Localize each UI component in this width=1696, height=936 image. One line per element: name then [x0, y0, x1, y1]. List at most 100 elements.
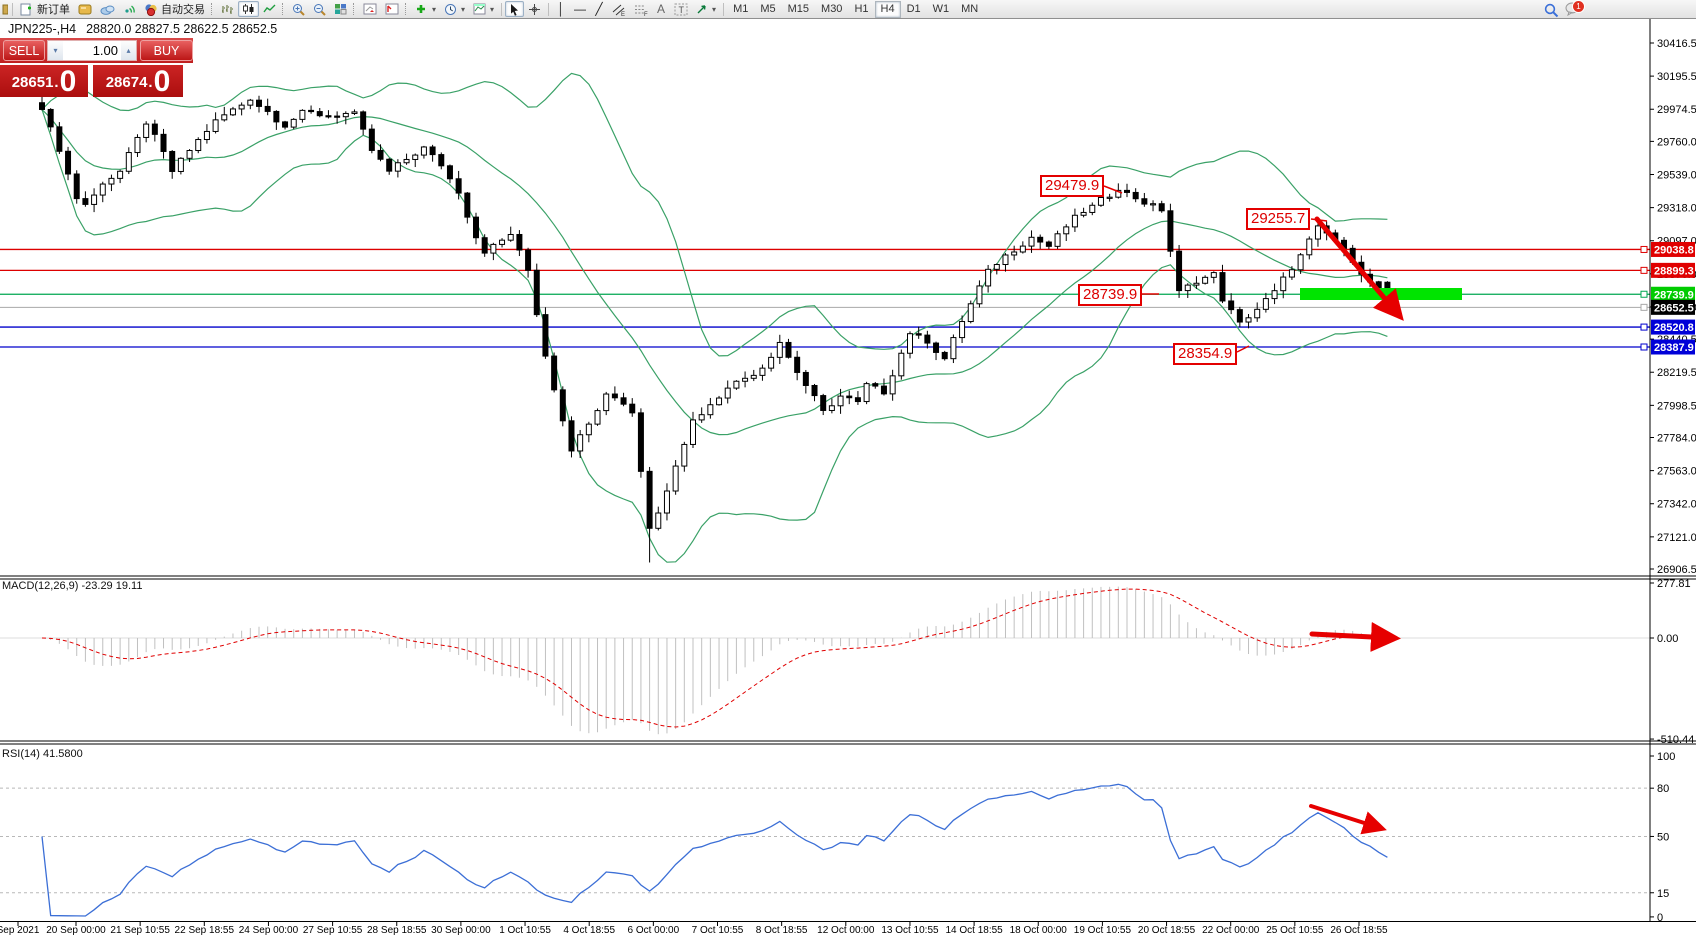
candle-up [690, 419, 696, 445]
candle-up [1011, 251, 1018, 256]
auto-scroll-button[interactable] [359, 1, 381, 17]
price-callout[interactable]: 29479.9 [1040, 175, 1105, 197]
arrows-caret[interactable]: ▾ [712, 5, 716, 14]
candle-down [386, 158, 393, 172]
zoom-in-icon [293, 3, 305, 16]
candle-down [802, 371, 809, 386]
candle-up [1097, 196, 1104, 206]
tab-m1[interactable]: M1 [727, 1, 754, 18]
search-icon[interactable] [1544, 3, 1559, 18]
candle-up [672, 465, 679, 492]
buy-button[interactable]: BUY [140, 40, 193, 61]
market-watch-button[interactable] [74, 1, 96, 17]
candle-down [47, 108, 54, 128]
trendline-tool-button[interactable]: ╱ [590, 1, 608, 17]
tab-d1[interactable]: D1 [901, 1, 927, 18]
text-tool-button[interactable]: A [652, 1, 670, 17]
trend-arrow-rsi[interactable] [1309, 804, 1387, 835]
crosshair-icon [529, 3, 541, 15]
bar-chart-button[interactable] [217, 1, 238, 17]
volume-input[interactable] [63, 43, 121, 58]
indicators-button[interactable]: ▾ [411, 1, 440, 17]
vline-tool-button[interactable]: │ [552, 1, 570, 17]
candlestick-chart-button[interactable] [238, 1, 259, 17]
signal-button[interactable] [119, 1, 140, 17]
line-end-marker[interactable] [1640, 343, 1648, 351]
candle-down [620, 397, 627, 405]
arrows-tool-button[interactable]: ▾ [692, 1, 720, 17]
auto-trading-button[interactable]: 自动交易 [140, 1, 209, 17]
cursor-tool-button[interactable] [505, 1, 525, 17]
buy-price[interactable]: 28674. 0 [93, 65, 183, 97]
label-tool-button[interactable]: T [670, 1, 692, 17]
line-end-marker[interactable] [1640, 303, 1648, 311]
bollinger-lower [41, 109, 1388, 563]
callout-connector [1103, 185, 1123, 194]
candle-up [1019, 245, 1026, 253]
cloud-button[interactable] [96, 1, 119, 17]
trade-prices-row: 28651. 0 28674. 0 [0, 65, 193, 97]
channel-tool-button[interactable]: E [608, 1, 630, 17]
line-chart-button[interactable] [259, 1, 280, 17]
line-end-marker[interactable] [1640, 290, 1648, 298]
candle-up [768, 356, 775, 369]
fibonacci-icon: F [635, 5, 648, 16]
crosshair-tool-button[interactable] [524, 1, 545, 17]
candle-down [1132, 191, 1139, 200]
axis-tick-label: 27784.0 [1657, 433, 1696, 445]
periods-caret[interactable]: ▾ [461, 5, 465, 14]
candle-up [698, 414, 705, 421]
price-callout[interactable]: 28739.9 [1078, 284, 1143, 306]
periods-button[interactable]: ▾ [440, 1, 469, 17]
candle-down [629, 403, 636, 414]
axis-tick-label: 29539.0 [1657, 170, 1696, 182]
line-end-marker[interactable] [1640, 323, 1648, 331]
new-order-button[interactable]: 新订单 [16, 1, 74, 17]
line-end-marker[interactable] [1640, 266, 1648, 274]
tab-mn[interactable]: MN [955, 1, 984, 18]
zoom-in-button[interactable] [288, 1, 309, 17]
hline-tool-button[interactable]: — [570, 1, 590, 17]
sell-price[interactable]: 28651. 0 [0, 65, 88, 97]
line-end-marker[interactable] [1640, 245, 1648, 253]
candle-up [863, 383, 870, 403]
tab-w1[interactable]: W1 [927, 1, 956, 18]
tile-windows-button[interactable] [330, 1, 351, 17]
volume-decrease-button[interactable]: ▾ [48, 41, 63, 60]
price-callout[interactable]: 28354.9 [1173, 343, 1238, 365]
price-callout[interactable]: 29255.7 [1246, 208, 1311, 230]
templates-button[interactable]: ▾ [469, 1, 498, 17]
candle-up [655, 512, 662, 529]
templates-caret[interactable]: ▾ [490, 5, 494, 14]
notifications-button[interactable]: 1 [1565, 0, 1585, 19]
tab-h4[interactable]: H4 [874, 0, 901, 18]
candle-down [811, 384, 818, 397]
candle-up [1254, 308, 1261, 319]
candle-up [1054, 233, 1061, 247]
new-order-label: 新订单 [37, 4, 70, 16]
tab-m15[interactable]: M15 [782, 1, 815, 18]
zoom-out-button[interactable] [309, 1, 330, 17]
tab-m30[interactable]: M30 [815, 1, 848, 18]
volume-increase-button[interactable]: ▴ [121, 41, 136, 60]
candle-down [455, 178, 462, 194]
candle-up [117, 170, 124, 179]
candle-down [915, 333, 922, 336]
tab-m5[interactable]: M5 [754, 1, 781, 18]
chart-canvas: 30416.5 30195.5 29974.5 29760.0 29539.0 29318… [0, 18, 1696, 936]
sell-button[interactable]: SELL [3, 40, 45, 61]
trend-arrow-macd[interactable] [1309, 621, 1401, 652]
candle-up [1002, 254, 1009, 266]
candle-up [750, 374, 757, 379]
level-price-text: 28899.3 [1654, 265, 1694, 277]
indicators-caret[interactable]: ▾ [432, 5, 436, 14]
macd-axis-label: 0.00 [1657, 633, 1678, 645]
level-price-text: 28387.9 [1654, 342, 1694, 354]
date-tick-label: 20 Oct 18:55 [1138, 925, 1196, 936]
date-tick-label: 26 Oct 18:55 [1330, 925, 1388, 936]
chart-shift-button[interactable] [381, 1, 403, 17]
fibonacci-tool-button[interactable]: F [630, 1, 652, 17]
tab-h1[interactable]: H1 [848, 1, 874, 18]
candle-down [65, 150, 72, 175]
rsi-axis-label: 100 [1657, 751, 1675, 763]
